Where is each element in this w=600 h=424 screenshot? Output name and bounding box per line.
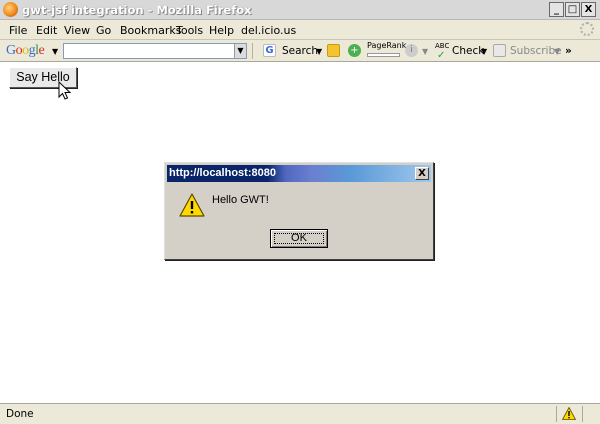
dialog-close-button[interactable]: X (415, 167, 429, 180)
check-mark-icon: ✓ (437, 50, 446, 61)
spellcheck-icon[interactable]: ABC (435, 42, 449, 50)
menu-go[interactable]: Go (96, 24, 111, 37)
mouse-cursor-icon (58, 81, 72, 100)
google-toolbar: Google ▼ ▼ G Search ▼ + PageRank i ▼ ABC… (0, 40, 600, 62)
menu-tools[interactable]: Tools (176, 24, 203, 37)
alert-dialog: http://localhost:8080 X Hello GWT! OK (164, 162, 434, 260)
info-icon[interactable]: i (405, 44, 418, 57)
maximize-button[interactable]: □ (565, 2, 580, 17)
status-bar: Done (0, 403, 600, 424)
dialog-message: Hello GWT! (212, 194, 269, 206)
up-arrow-icon[interactable]: + (348, 44, 361, 57)
toolbar-overflow-button[interactable]: » (565, 45, 572, 57)
warning-icon (179, 193, 205, 217)
pagerank-label: PageRank (367, 41, 407, 50)
firefox-icon (3, 2, 18, 17)
menu-bookmarks[interactable]: Bookmarks (120, 24, 181, 37)
menu-edit[interactable]: Edit (36, 24, 57, 37)
dialog-titlebar: http://localhost:8080 X (167, 165, 431, 182)
check-menu-arrow-icon[interactable]: ▼ (481, 47, 487, 56)
news-icon[interactable] (327, 44, 340, 57)
focus-ring (274, 233, 324, 244)
status-text: Done (6, 408, 34, 420)
pagerank-bar (367, 53, 400, 57)
menu-bar: File Edit View Go Bookmarks Tools Help d… (0, 20, 600, 40)
dialog-title: http://localhost:8080 (169, 167, 276, 179)
google-search-input[interactable] (63, 43, 247, 59)
google-menu-arrow-icon[interactable]: ▼ (52, 47, 58, 56)
ok-button[interactable]: OK (270, 229, 328, 248)
info-menu-arrow-icon[interactable]: ▼ (422, 47, 428, 56)
check-button[interactable]: Check (452, 45, 484, 57)
menu-delicious[interactable]: del.icio.us (241, 24, 296, 37)
search-history-dropdown-icon[interactable]: ▼ (234, 44, 246, 58)
window-titlebar: gwt-jsf integration - Mozilla Firefox _ … (0, 0, 600, 20)
status-warning-cell[interactable] (556, 406, 582, 422)
search-menu-arrow-icon[interactable]: ▼ (316, 47, 322, 56)
menu-view[interactable]: View (64, 24, 90, 37)
search-button[interactable]: Search (282, 45, 318, 57)
minimize-button[interactable]: _ (549, 2, 564, 17)
status-warning-icon[interactable] (562, 407, 576, 420)
rss-feed-icon[interactable] (493, 44, 506, 57)
google-logo[interactable]: Google (6, 43, 45, 59)
google-search-icon[interactable]: G (263, 44, 276, 57)
menu-help[interactable]: Help (209, 24, 234, 37)
menu-file[interactable]: File (9, 24, 27, 37)
resize-grip[interactable] (582, 406, 600, 422)
close-window-button[interactable]: X (581, 2, 596, 17)
window-title: gwt-jsf integration - Mozilla Firefox (22, 3, 252, 17)
subscribe-menu-arrow-icon[interactable]: ▼ (554, 47, 560, 56)
toolbar-separator (252, 43, 253, 59)
throbber-icon (580, 22, 594, 36)
